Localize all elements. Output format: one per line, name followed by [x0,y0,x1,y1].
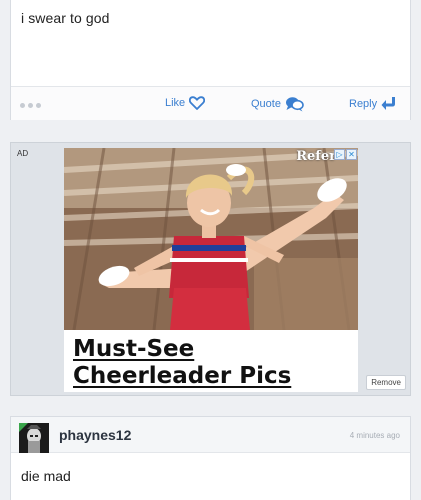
adchoices-play-icon[interactable]: ▷ [334,149,345,160]
post-text: i swear to god [21,10,110,26]
remove-ad-button[interactable]: Remove [366,375,406,390]
post-timestamp: 4 minutes ago [349,431,400,440]
ad-headline[interactable]: Must-See Cheerleader Pics [73,336,291,390]
heart-icon [189,96,206,110]
reply-button[interactable]: Reply [349,96,397,111]
quote-bubble-icon [285,96,304,112]
ad-image[interactable] [64,148,358,330]
post-actions-bar: Like Quote Reply [11,86,410,120]
like-label: Like [165,97,186,109]
quote-button[interactable]: Quote [251,96,304,112]
ad-link[interactable]: Refer ▷ ✕ Must-See Cheerleader Pics [64,148,358,392]
online-badge [19,423,28,432]
adchoices-icon[interactable]: ▷ ✕ [334,149,357,160]
post-username[interactable]: phaynes12 [59,427,131,443]
reply-arrow-icon [381,96,397,111]
post-header: phaynes12 4 minutes ago [11,417,410,453]
ad-label: AD [17,149,29,158]
like-button[interactable]: Like [165,96,206,110]
close-icon[interactable]: ✕ [346,149,357,160]
ad-container: AD Refer ▷ ✕ Must-See Cheerleader Pics R… [10,142,411,396]
avatar[interactable] [19,423,49,453]
post-text: die mad [21,468,71,484]
post-card: phaynes12 4 minutes ago die mad [10,416,411,500]
more-dots-icon[interactable] [20,103,41,108]
quote-label: Quote [251,98,281,110]
ad-brand-logo: Refer [296,149,336,164]
ad-headline-line-1: Must-See [73,336,195,362]
reply-label: Reply [349,97,378,110]
ad-headline-line-2: Cheerleader Pics [73,363,292,389]
post-card: i swear to god Like Quote Reply [10,0,411,120]
